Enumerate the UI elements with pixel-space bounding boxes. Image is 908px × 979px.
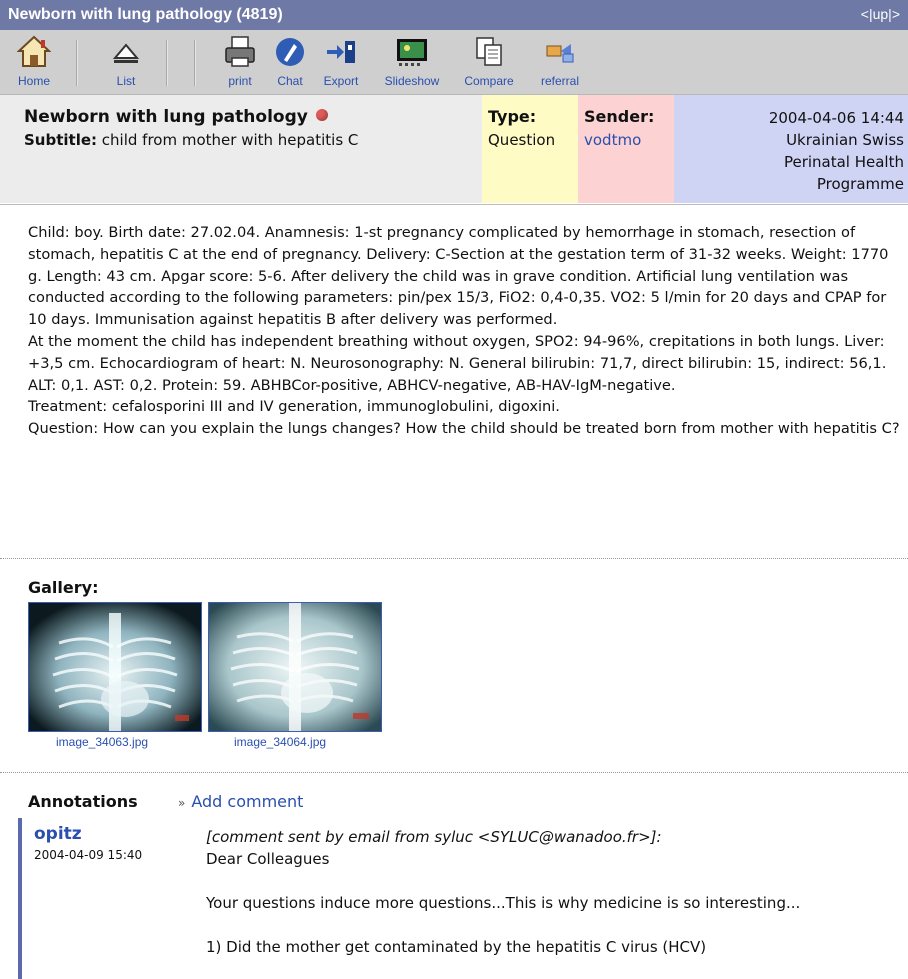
chevron-right-icon: » bbox=[178, 796, 186, 810]
type-cell: Type: Question bbox=[482, 95, 578, 203]
case-header: Newborn with lung pathology Subtitle: ch… bbox=[0, 95, 908, 203]
compare-button[interactable]: Compare bbox=[456, 34, 522, 88]
export-label: Export bbox=[323, 74, 359, 88]
gallery-title: Gallery: bbox=[28, 578, 99, 597]
compare-label: Compare bbox=[464, 74, 514, 88]
export-icon bbox=[327, 41, 355, 63]
type-label: Type: bbox=[488, 107, 537, 126]
home-label: Home bbox=[17, 74, 50, 88]
add-comment-label: Add comment bbox=[191, 792, 304, 811]
subtitle-value: child from mother with hepatitis C bbox=[101, 131, 359, 149]
org-line: Ukrainian Swiss bbox=[786, 131, 904, 149]
comment-text: Dear Colleagues Your questions induce mo… bbox=[206, 850, 801, 956]
type-value: Question bbox=[488, 131, 556, 149]
comment-body: [comment sent by email from syluc <SYLUC… bbox=[206, 826, 886, 958]
image-caption-link[interactable]: image_34063.jpg bbox=[56, 735, 148, 749]
chat-button[interactable]: Chat bbox=[270, 34, 310, 88]
org-line: Programme bbox=[816, 175, 904, 193]
compare-icon bbox=[476, 37, 502, 66]
date-org-cell: 2004-04-06 14:44 Ukrainian Swiss Perinat… bbox=[674, 95, 908, 203]
nav-next-link[interactable]: > bbox=[892, 6, 900, 22]
toolbar-divider bbox=[76, 40, 78, 86]
comment-date: 2004-04-09 15:40 bbox=[34, 848, 143, 862]
window-title: Newborn with lung pathology (4819) bbox=[8, 6, 283, 23]
sender-label: Sender: bbox=[584, 107, 655, 126]
referral-icon bbox=[546, 44, 574, 63]
referral-label: referral bbox=[540, 74, 579, 88]
org-line: Perinatal Health bbox=[783, 153, 904, 171]
printer-icon bbox=[225, 36, 255, 67]
slideshow-icon bbox=[397, 39, 427, 66]
toolbar-divider bbox=[166, 40, 168, 86]
xray-image-1 bbox=[29, 603, 201, 731]
pager-nav: <|up|> bbox=[861, 6, 900, 22]
list-label: List bbox=[116, 74, 136, 88]
status-dot-icon bbox=[315, 109, 328, 121]
page-title: Newborn with lung pathology bbox=[24, 107, 328, 127]
comment-author-link[interactable]: opitz bbox=[34, 824, 82, 844]
chat-label: Chat bbox=[277, 74, 303, 88]
slideshow-button[interactable]: Slideshow bbox=[376, 34, 448, 88]
comment-email-note: [comment sent by email from syluc <SYLUC… bbox=[206, 828, 662, 846]
print-button[interactable]: print bbox=[220, 34, 260, 88]
nav-prev-link[interactable]: < bbox=[861, 6, 869, 22]
slideshow-label: Slideshow bbox=[384, 74, 440, 88]
case-title: Newborn with lung pathology bbox=[24, 107, 308, 127]
image-caption-link[interactable]: image_34064.jpg bbox=[234, 735, 326, 749]
case-datetime: 2004-04-06 14:44 bbox=[768, 109, 904, 127]
toolbar-divider bbox=[194, 40, 196, 86]
case-subtitle: Subtitle: child from mother with hepatit… bbox=[24, 131, 358, 149]
xray-image-2 bbox=[209, 603, 381, 731]
home-icon bbox=[17, 35, 51, 67]
divider bbox=[0, 204, 908, 205]
export-button[interactable]: Export bbox=[318, 34, 364, 88]
title-cell: Newborn with lung pathology Subtitle: ch… bbox=[0, 95, 482, 203]
list-button[interactable]: List bbox=[104, 34, 148, 88]
nav-up-link[interactable]: up bbox=[873, 6, 889, 22]
home-button[interactable]: Home bbox=[14, 34, 54, 88]
toolbar: Home List print Chat Export Slideshow Co… bbox=[0, 30, 908, 95]
referral-button[interactable]: referral bbox=[530, 34, 590, 88]
xray-thumbnail[interactable] bbox=[208, 602, 382, 732]
triangle-up-icon bbox=[112, 43, 140, 63]
sender-cell: Sender: vodtmo bbox=[578, 95, 674, 203]
print-label: print bbox=[228, 74, 252, 88]
divider bbox=[0, 558, 908, 559]
case-description: Child: boy. Birth date: 27.02.04. Anamne… bbox=[28, 224, 900, 438]
add-comment-link[interactable]: » Add comment bbox=[178, 792, 303, 811]
subtitle-label: Subtitle: bbox=[24, 131, 98, 149]
annotations-title: Annotations bbox=[28, 792, 138, 811]
chat-icon bbox=[276, 38, 304, 66]
sender-link[interactable]: vodtmo bbox=[584, 131, 641, 149]
xray-thumbnail[interactable] bbox=[28, 602, 202, 732]
title-bar: Newborn with lung pathology (4819) <|up|… bbox=[0, 0, 908, 30]
divider bbox=[0, 772, 908, 773]
